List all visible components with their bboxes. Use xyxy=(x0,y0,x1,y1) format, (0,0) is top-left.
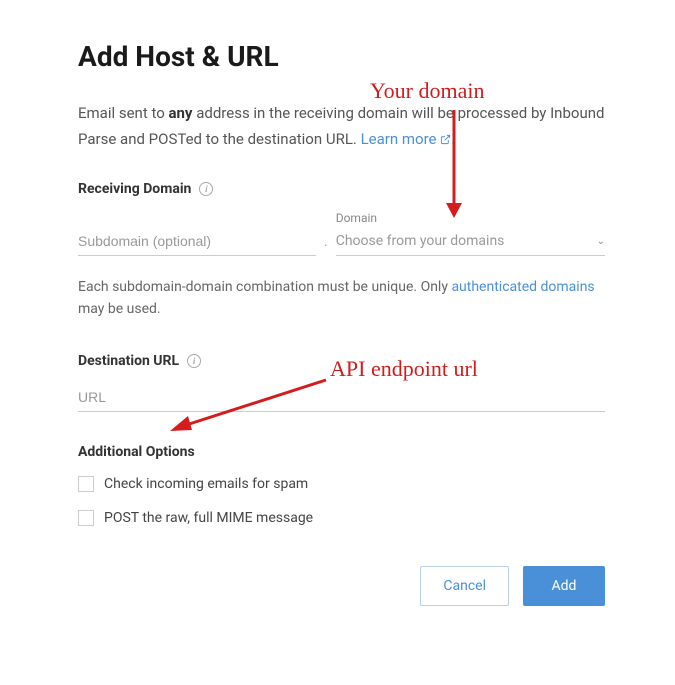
raw-checkbox-label: POST the raw, full MIME message xyxy=(104,510,313,526)
domain-select-placeholder: Choose from your domains xyxy=(336,233,505,249)
chevron-down-icon: ⌄ xyxy=(597,236,605,247)
spam-checkbox-label: Check incoming emails for spam xyxy=(104,476,308,492)
spam-checkbox[interactable] xyxy=(78,476,94,492)
subdomain-input[interactable] xyxy=(78,227,316,256)
external-link-icon xyxy=(440,128,451,154)
authenticated-domains-link[interactable]: authenticated domains xyxy=(451,279,594,295)
raw-checkbox[interactable] xyxy=(78,510,94,526)
page-title: Add Host & URL xyxy=(78,40,605,73)
additional-options-label: Additional Options xyxy=(78,444,605,460)
learn-more-link[interactable]: Learn more xyxy=(361,130,452,148)
cancel-button[interactable]: Cancel xyxy=(420,566,509,606)
dot-separator: . xyxy=(324,234,328,256)
domain-small-label: Domain xyxy=(336,211,605,225)
helper-text: Each subdomain-domain combination must b… xyxy=(78,276,605,321)
intro-text: Email sent to any address in the receivi… xyxy=(78,101,605,153)
domain-select[interactable]: Choose from your domains ⌄ xyxy=(336,227,605,256)
info-icon[interactable]: i xyxy=(199,182,213,196)
url-input[interactable] xyxy=(78,383,605,412)
destination-url-label: Destination URL i xyxy=(78,353,605,369)
add-button[interactable]: Add xyxy=(523,566,605,606)
info-icon[interactable]: i xyxy=(187,354,201,368)
receiving-domain-label: Receiving Domain i xyxy=(78,181,605,197)
